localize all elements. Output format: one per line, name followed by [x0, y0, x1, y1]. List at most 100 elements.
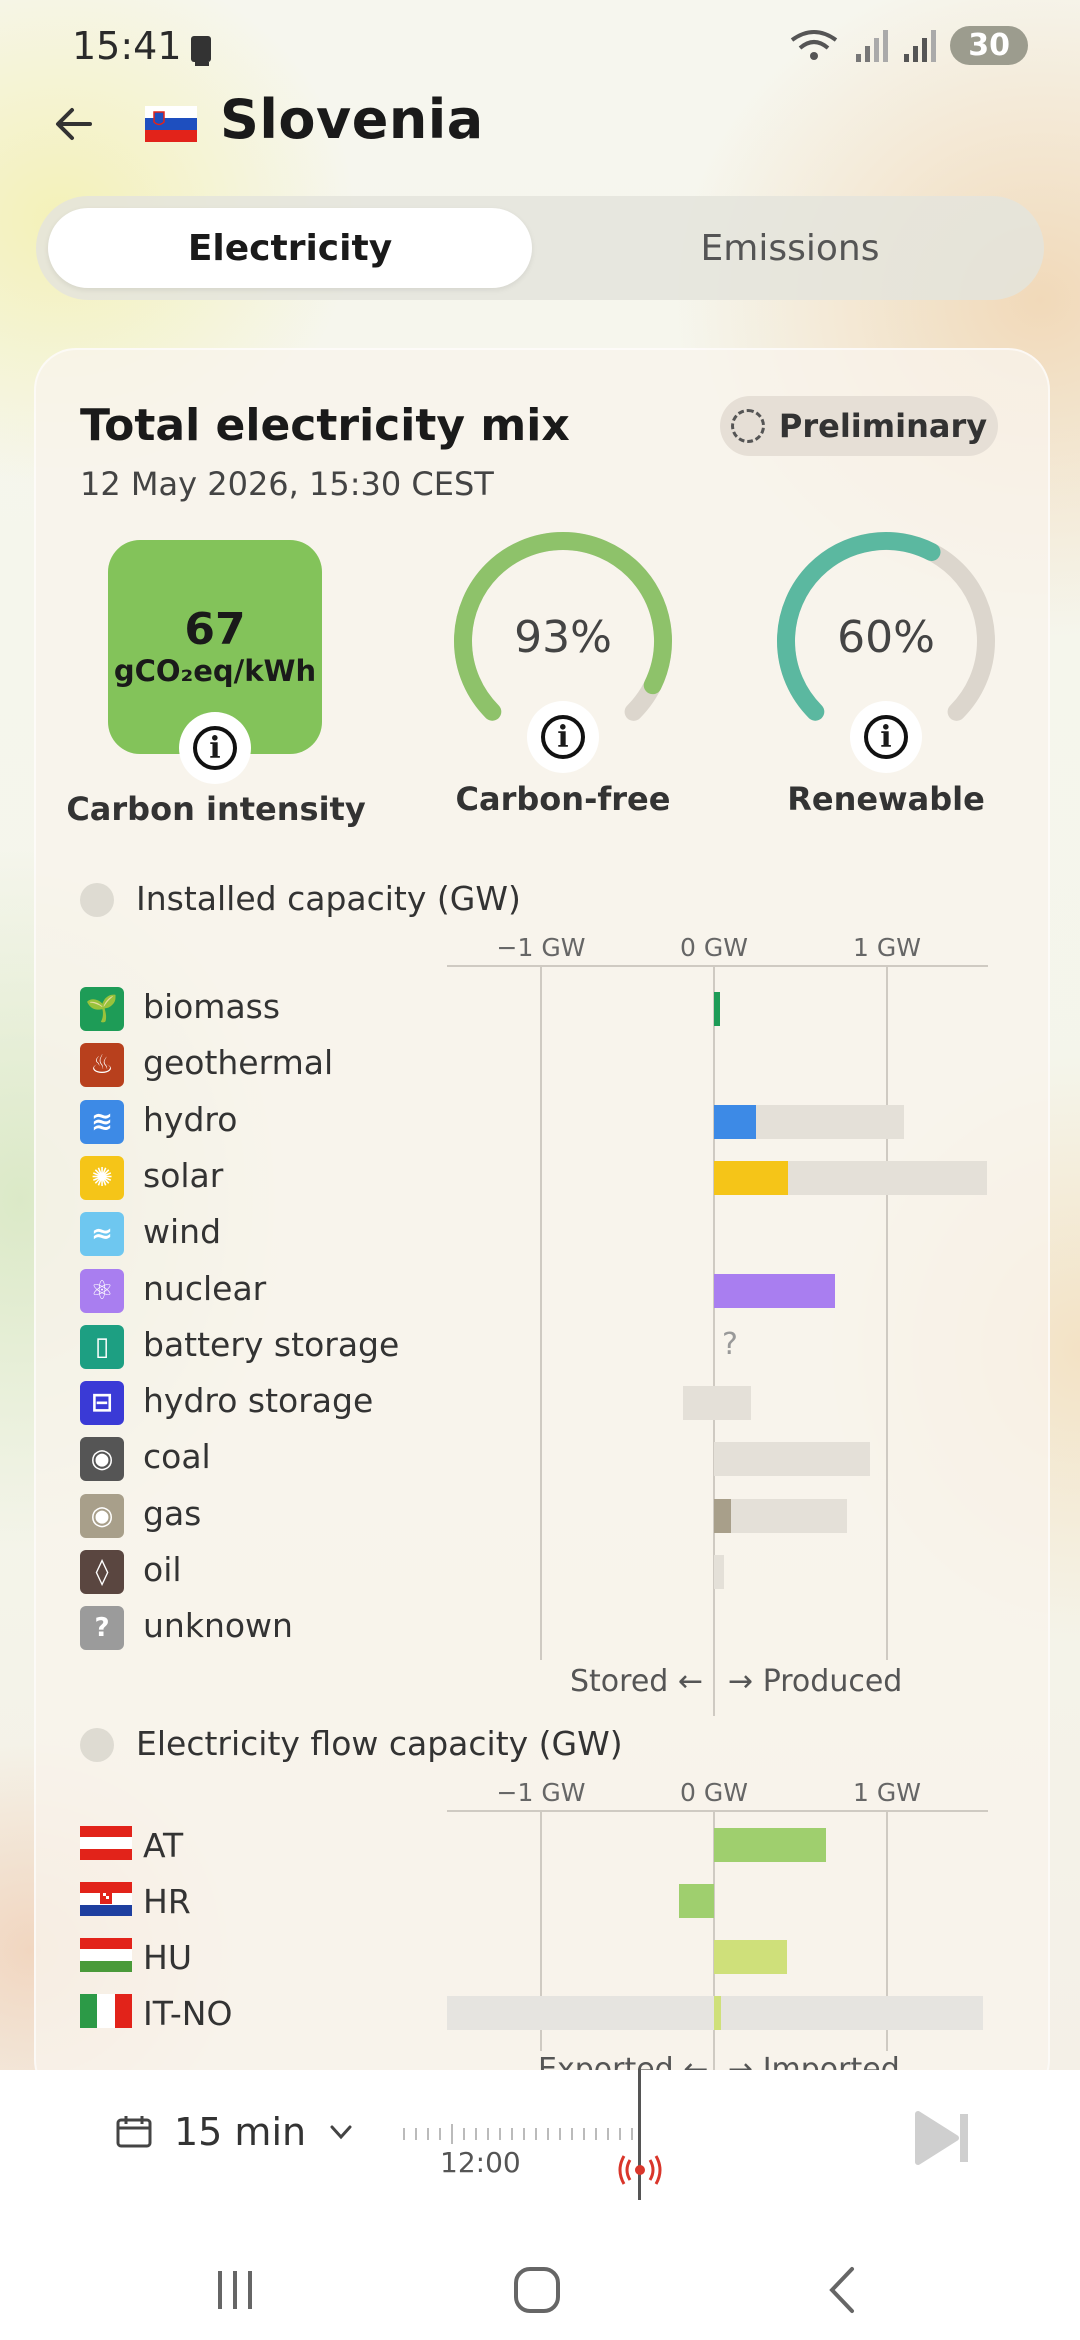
- carbon-intensity-unit: gCO₂eq/kWh: [113, 654, 317, 688]
- status-icons: 30: [788, 26, 1028, 65]
- capacity-bar-hydro-storage: [682, 1386, 752, 1421]
- unknown-icon: ?: [80, 1606, 124, 1651]
- renewable-value: 60%: [837, 612, 935, 663]
- axis-line: [447, 965, 988, 967]
- flow-bar-it-no: [714, 1996, 721, 2030]
- geothermal-icon: ♨: [80, 1043, 124, 1088]
- timeline-ticks[interactable]: [400, 2124, 640, 2144]
- production-bar-gas: [714, 1498, 732, 1533]
- produced-label: → Produced: [728, 1664, 903, 1699]
- row-label-oil: oil: [143, 1550, 182, 1589]
- biomass-icon: 🌱: [80, 987, 124, 1031]
- hydro-storage-icon: ⊟: [80, 1381, 124, 1426]
- chevron-down-icon: [330, 2125, 352, 2140]
- row-label-hydro-storage: hydro storage: [143, 1381, 374, 1421]
- exported-label: Exported ←: [538, 2052, 708, 2070]
- wifi-icon: [791, 29, 838, 60]
- info-icon: i: [864, 715, 908, 759]
- production-bar-nuclear: [714, 1273, 836, 1308]
- coal-icon: ◉: [80, 1437, 124, 1482]
- row-label-gas: gas: [143, 1493, 202, 1533]
- flow-bar-hr: [679, 1884, 714, 1918]
- grid-0: [713, 966, 715, 1716]
- production-bar-hydro: [714, 1104, 756, 1139]
- carbon-intensity-info-button[interactable]: i: [179, 712, 251, 784]
- preliminary-badge[interactable]: Preliminary: [720, 396, 998, 456]
- signal-icon-2: [904, 29, 937, 62]
- flow-axis-label-minus1: −1 GW: [496, 1778, 586, 1807]
- renewable-info-button[interactable]: i: [850, 701, 922, 773]
- axis-label-minus1: −1 GW: [496, 933, 586, 962]
- recents-nav-icon[interactable]: [210, 2265, 260, 2319]
- flow-bar-hu: [714, 1940, 787, 1974]
- stored-text: Stored: [570, 1664, 669, 1699]
- page-title: Slovenia: [220, 88, 484, 151]
- imported-text: Imported: [762, 2052, 900, 2070]
- production-bar-biomass: [714, 992, 720, 1026]
- carbon-free-value: 93%: [514, 612, 612, 663]
- axis-label-0: 0 GW: [680, 933, 748, 962]
- imported-label: → Imported: [728, 2052, 900, 2070]
- produced-text: Produced: [762, 1664, 903, 1699]
- capacity-bar-coal: [714, 1442, 870, 1477]
- battery-storage-icon: ▯: [80, 1324, 124, 1369]
- carbon-free-label: Carbon-free: [455, 780, 671, 818]
- row-label-battery-storage: battery storage: [143, 1324, 400, 1364]
- hydro-icon: ≋: [80, 1099, 124, 1144]
- solar-icon: ✺: [80, 1155, 124, 1200]
- row-label-nuclear: nuclear: [143, 1268, 267, 1308]
- grid-minus1: [540, 966, 542, 1660]
- row-label-hydro: hydro: [143, 1099, 238, 1139]
- flow-label-hr: HR: [143, 1882, 191, 1921]
- flag-it-icon: [80, 1994, 132, 2032]
- interval-label: 15 min: [174, 2110, 307, 2154]
- flow-label-at: AT: [143, 1826, 184, 1865]
- tab-electricity[interactable]: Electricity: [48, 208, 532, 288]
- carbon-intensity-label: Carbon intensity: [66, 790, 366, 828]
- flow-capacity-title: Electricity flow capacity (GW): [136, 1724, 623, 1763]
- production-bar-solar: [714, 1160, 789, 1195]
- row-label-geothermal: geothermal: [143, 1043, 334, 1083]
- flow-bar-at: [714, 1828, 827, 1862]
- oil-icon: ◊: [80, 1550, 124, 1594]
- axis-label-1: 1 GW: [853, 933, 921, 962]
- signal-icon: [856, 29, 889, 62]
- row-label-solar: solar: [143, 1155, 224, 1195]
- renewable-label: Renewable: [787, 780, 985, 818]
- wind-icon: ≈: [80, 1212, 124, 1257]
- info-icon: i: [193, 726, 237, 770]
- badge-label: Preliminary: [778, 407, 988, 445]
- interval-selector[interactable]: 15 min: [114, 2110, 356, 2154]
- unknown-capacity-mark: ?: [722, 1326, 738, 1362]
- card-timestamp: 12 May 2026, 15:30 CEST: [80, 465, 494, 503]
- row-label-biomass: biomass: [143, 987, 281, 1026]
- installed-capacity-title: Installed capacity (GW): [136, 879, 521, 918]
- flag-hu-icon: [80, 1938, 132, 1976]
- home-nav-icon[interactable]: [512, 2265, 562, 2319]
- carbon-free-info-button[interactable]: i: [527, 701, 599, 773]
- stored-label: Stored ←: [570, 1664, 704, 1699]
- flag-at-icon: [80, 1826, 132, 1864]
- grid-1: [886, 966, 888, 1660]
- calendar-icon: [116, 2116, 152, 2148]
- row-label-wind: wind: [143, 1212, 222, 1252]
- installed-capacity-dot: [80, 883, 114, 917]
- flag-slovenia-icon: [145, 106, 197, 142]
- card-title: Total electricity mix: [80, 400, 570, 451]
- tab-emissions[interactable]: Emissions: [560, 208, 1020, 288]
- carbon-intensity-value: 67: [184, 604, 246, 655]
- back-nav-icon[interactable]: [820, 2265, 870, 2319]
- status-time: 15:41: [72, 24, 182, 68]
- skip-to-latest-icon[interactable]: [912, 2108, 976, 2172]
- timeline-tick-label: 12:00: [440, 2146, 521, 2179]
- flow-label-it-no: IT-NO: [143, 1994, 233, 2033]
- back-arrow-icon[interactable]: [50, 100, 98, 148]
- flow-axis-label-1: 1 GW: [853, 1778, 921, 1807]
- battery-level: 30: [950, 26, 1028, 65]
- phone-icon: [185, 32, 221, 68]
- capacity-bar-oil: [714, 1555, 725, 1589]
- row-label-unknown: unknown: [143, 1606, 293, 1646]
- flow-label-hu: HU: [143, 1938, 192, 1977]
- info-icon: i: [541, 715, 585, 759]
- dashed-circle-icon: [730, 409, 765, 443]
